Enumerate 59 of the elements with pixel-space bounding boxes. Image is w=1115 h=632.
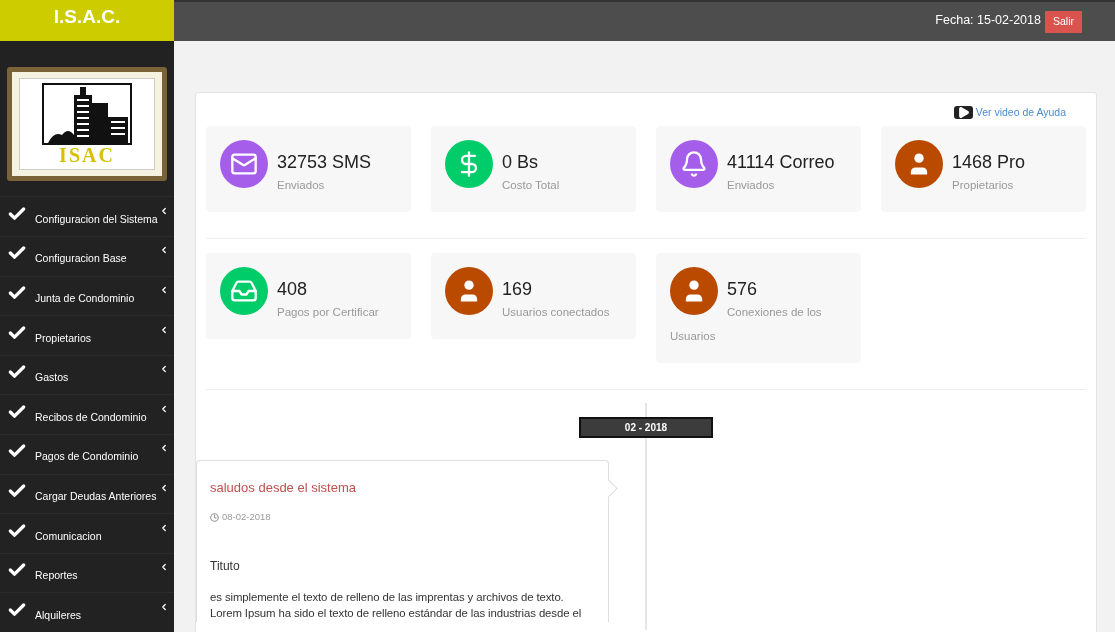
post-title: saludos desde el sistema — [210, 478, 357, 497]
date-text: Fecha: 15-02-2018 — [935, 12, 1041, 30]
stat-value: 408 — [276, 278, 309, 299]
sidebar-item[interactable]: Cargar Deudas Anteriores — [0, 473, 174, 514]
stat-label: Enviados — [727, 178, 775, 191]
sidebar-item[interactable]: Junta de Condominio — [0, 275, 174, 316]
sidebar-label: Reportes — [35, 568, 79, 584]
video-icon — [953, 106, 973, 120]
stat-value: 169 — [501, 278, 534, 299]
sidebar-item[interactable]: Configuracion Base — [0, 236, 174, 276]
stat-label: Conexiones de los Usuarios — [670, 305, 822, 342]
clock-icon — [210, 512, 219, 522]
brand-title: I.S.A.C. — [53, 5, 121, 30]
sidebar-label: Cargar Deudas Anteriores — [35, 489, 158, 505]
sidebar-label: Comunicacion — [35, 528, 103, 544]
sidebar-label: Junta de Condominio — [35, 291, 136, 307]
period-badge: 02 - 2018 — [579, 416, 713, 438]
chevron-icon — [159, 601, 169, 612]
post-heading: Tituto — [210, 557, 241, 575]
sidebar-item[interactable]: Recibos de Condominio — [0, 394, 174, 435]
chevron-icon — [159, 364, 169, 375]
stat-label: Propietarios — [952, 178, 1014, 191]
stat-label: Usuarios conectados — [502, 305, 610, 318]
sidebar-label: Pagos de Condominio — [35, 449, 140, 465]
sidebar-label: Recibos de Condominio — [35, 409, 148, 425]
stat-value: 1468 Pro — [951, 151, 1027, 172]
sidebar-item[interactable]: Gastos — [0, 354, 174, 395]
stat-label: Costo Total — [502, 178, 560, 191]
post-date: 08-02-2018 — [222, 510, 271, 525]
sidebar-item[interactable]: Comunicacion — [0, 513, 174, 553]
stat-label: Enviados — [277, 178, 325, 191]
chevron-icon — [159, 403, 169, 414]
sidebar-item[interactable]: Configuracion del Sistema — [0, 196, 174, 237]
stat-value: 0 Bs — [501, 151, 540, 172]
chevron-icon — [159, 482, 169, 493]
chevron-icon — [159, 443, 169, 454]
sidebar-label: Configuracion del Sistema — [35, 211, 159, 227]
stat-label: Pagos por Certificar — [277, 305, 379, 318]
chevron-icon — [159, 562, 169, 573]
logout-button[interactable]: Salir — [1045, 10, 1082, 33]
sidebar-label: Configuracion Base — [35, 251, 128, 267]
stat-value: 576 — [726, 278, 759, 299]
chevron-icon — [159, 522, 169, 533]
chevron-icon — [159, 205, 169, 216]
chevron-icon — [159, 324, 169, 335]
sidebar-label: Gastos — [35, 370, 70, 386]
sidebar-item[interactable]: Pagos de Condominio — [0, 434, 174, 474]
sidebar-item[interactable]: Alquileres — [0, 592, 174, 632]
sidebar-label: Alquileres — [35, 607, 83, 623]
post-body: es simplemente el texto de relleno de las imprentas y archivos de texto. Lorem Ipsum ha sido el texto de relleno estándar de las industrias desde el — [210, 589, 583, 621]
sidebar-label: Propietarios — [35, 330, 93, 346]
chevron-icon — [159, 245, 169, 256]
sidebar-item[interactable]: Propietarios — [0, 315, 174, 355]
chevron-icon — [159, 284, 169, 295]
stat-value: 41114 Correo — [726, 151, 836, 172]
logo-text: ISAC — [59, 144, 115, 165]
help-video-link[interactable]: Ver video de Ayuda — [975, 105, 1066, 121]
sidebar-item[interactable]: Reportes — [0, 552, 174, 593]
stat-value: 32753 SMS — [276, 151, 373, 172]
